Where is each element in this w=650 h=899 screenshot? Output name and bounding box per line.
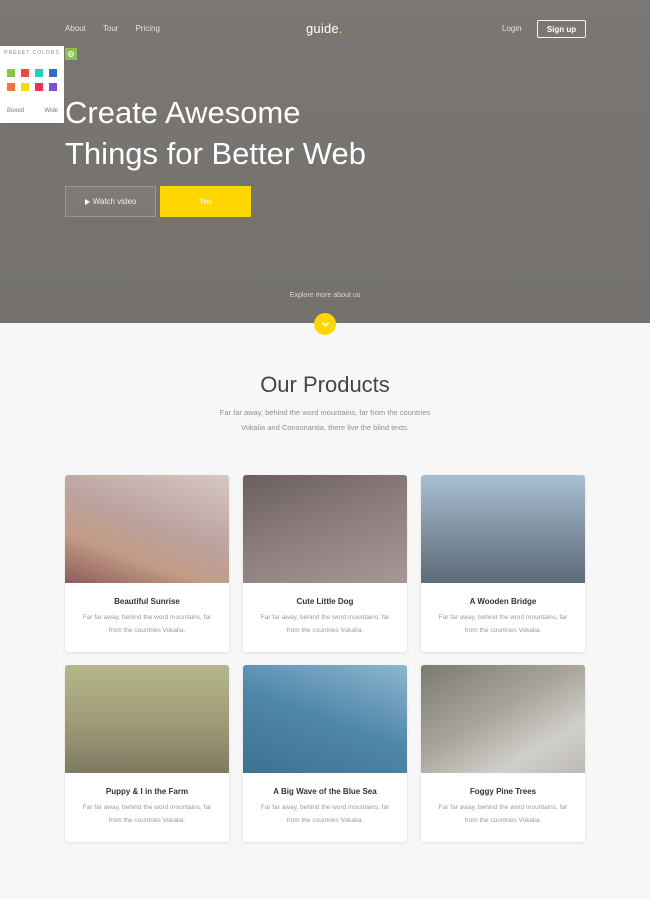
main-nav: About Tour Pricing [65,24,160,33]
settings-toggle-button[interactable] [65,48,77,60]
product-description: Far far away, behind the word mountains,… [428,802,578,827]
preset-title: PRESET COLORS [4,50,60,56]
product-description: Far far away, behind the word mountains,… [72,802,222,827]
product-description-line: Far far away, behind the word mountains,… [438,614,568,621]
product-image [421,475,585,583]
color-swatch[interactable] [21,83,29,91]
product-title: Beautiful Sunrise [114,597,180,606]
layout-boxed-option[interactable]: Boxed [7,108,24,114]
color-swatch[interactable] [49,83,57,91]
layout-wide-option[interactable]: Wide [44,108,58,114]
product-card[interactable]: Beautiful Sunrise Far far away, behind t… [65,475,229,652]
nav-link-about[interactable]: About [65,24,86,33]
color-swatch[interactable] [7,69,15,77]
product-description-line: from the countries Vokalia. [286,816,364,824]
product-image [243,665,407,773]
product-card[interactable]: Cute Little Dog Far far away, behind the… [243,475,407,652]
play-icon [84,198,90,205]
logo-dot: . [338,21,343,36]
product-description-line: from the countries Vokalia. [108,626,186,634]
product-title: Foggy Pine Trees [469,787,537,796]
color-swatch[interactable] [35,83,43,91]
product-card[interactable]: Foggy Pine Trees Far far away, behind th… [421,665,585,842]
product-image [65,665,229,773]
headline-line-2: Things for Better Web [65,136,366,171]
watch-video-button[interactable]: Watch video [65,186,156,217]
product-description-line: Far far away, behind the word mountains,… [438,804,568,811]
color-swatch[interactable] [49,69,57,77]
product-title: Puppy & I in the Farm [105,787,189,796]
product-image [421,665,585,773]
products-subtitle: Far far away, behind the word mountains,… [175,406,475,435]
product-description-line: from the countries Vokalia. [464,816,542,824]
product-description: Far far away, behind the word mountains,… [250,802,400,827]
scroll-down-button[interactable] [314,313,336,335]
login-link[interactable]: Login [502,24,522,33]
products-title: Our Products [260,372,390,397]
product-description-line: Far far away, behind the word mountains,… [82,614,212,621]
color-swatch[interactable] [7,83,15,91]
product-card[interactable]: Puppy & I in the Farm Far far away, behi… [65,665,229,842]
product-description: Far far away, behind the word mountains,… [428,612,578,637]
product-description-line: from the countries Vokalia. [464,626,542,634]
watch-video-label: Watch video [92,197,137,206]
color-swatches [7,69,57,91]
site-logo[interactable]: guide. [306,21,343,36]
product-description-line: from the countries Vokalia. [108,816,186,824]
color-swatch[interactable] [35,69,43,77]
product-description-line: Far far away, behind the word mountains,… [82,804,212,811]
gear-icon [68,51,74,57]
products-subtitle-line-2: Vokalia and Consonantia, there live the … [240,422,410,432]
nav-link-pricing[interactable]: Pricing [135,24,159,33]
explore-text: Explore more about us [289,292,361,299]
products-subtitle-line-1: Far far away, behind the word mountains,… [219,408,431,417]
hero-section: About Tour Pricing guide. Login Sign up … [0,0,650,323]
chevron-down-icon [321,321,329,327]
logo-text: guide [306,21,339,36]
headline-line-1: Create Awesome [65,95,301,130]
yes-button[interactable]: Yes [160,186,251,217]
color-swatch[interactable] [21,69,29,77]
product-description-line: from the countries Vokalia. [286,626,364,634]
preset-colors-panel: PRESET COLORS Boxed Wide [0,46,64,123]
hero-headline: Create Awesome Things for Better Web [65,92,366,174]
product-title: A Big Wave of the Blue Sea [273,787,377,796]
nav-link-tour[interactable]: Tour [103,24,119,33]
product-title: A Wooden Bridge [469,597,537,606]
product-card[interactable]: A Big Wave of the Blue Sea Far far away,… [243,665,407,842]
product-card[interactable]: A Wooden Bridge Far far away, behind the… [421,475,585,652]
layout-options: Boxed Wide [0,108,64,114]
signup-button[interactable]: Sign up [537,20,586,38]
product-image [65,475,229,583]
product-description: Far far away, behind the word mountains,… [72,612,222,637]
product-description-line: Far far away, behind the word mountains,… [260,804,390,811]
product-image [243,475,407,583]
product-title: Cute Little Dog [296,597,354,606]
product-description: Far far away, behind the word mountains,… [250,612,400,637]
product-description-line: Far far away, behind the word mountains,… [260,614,390,621]
